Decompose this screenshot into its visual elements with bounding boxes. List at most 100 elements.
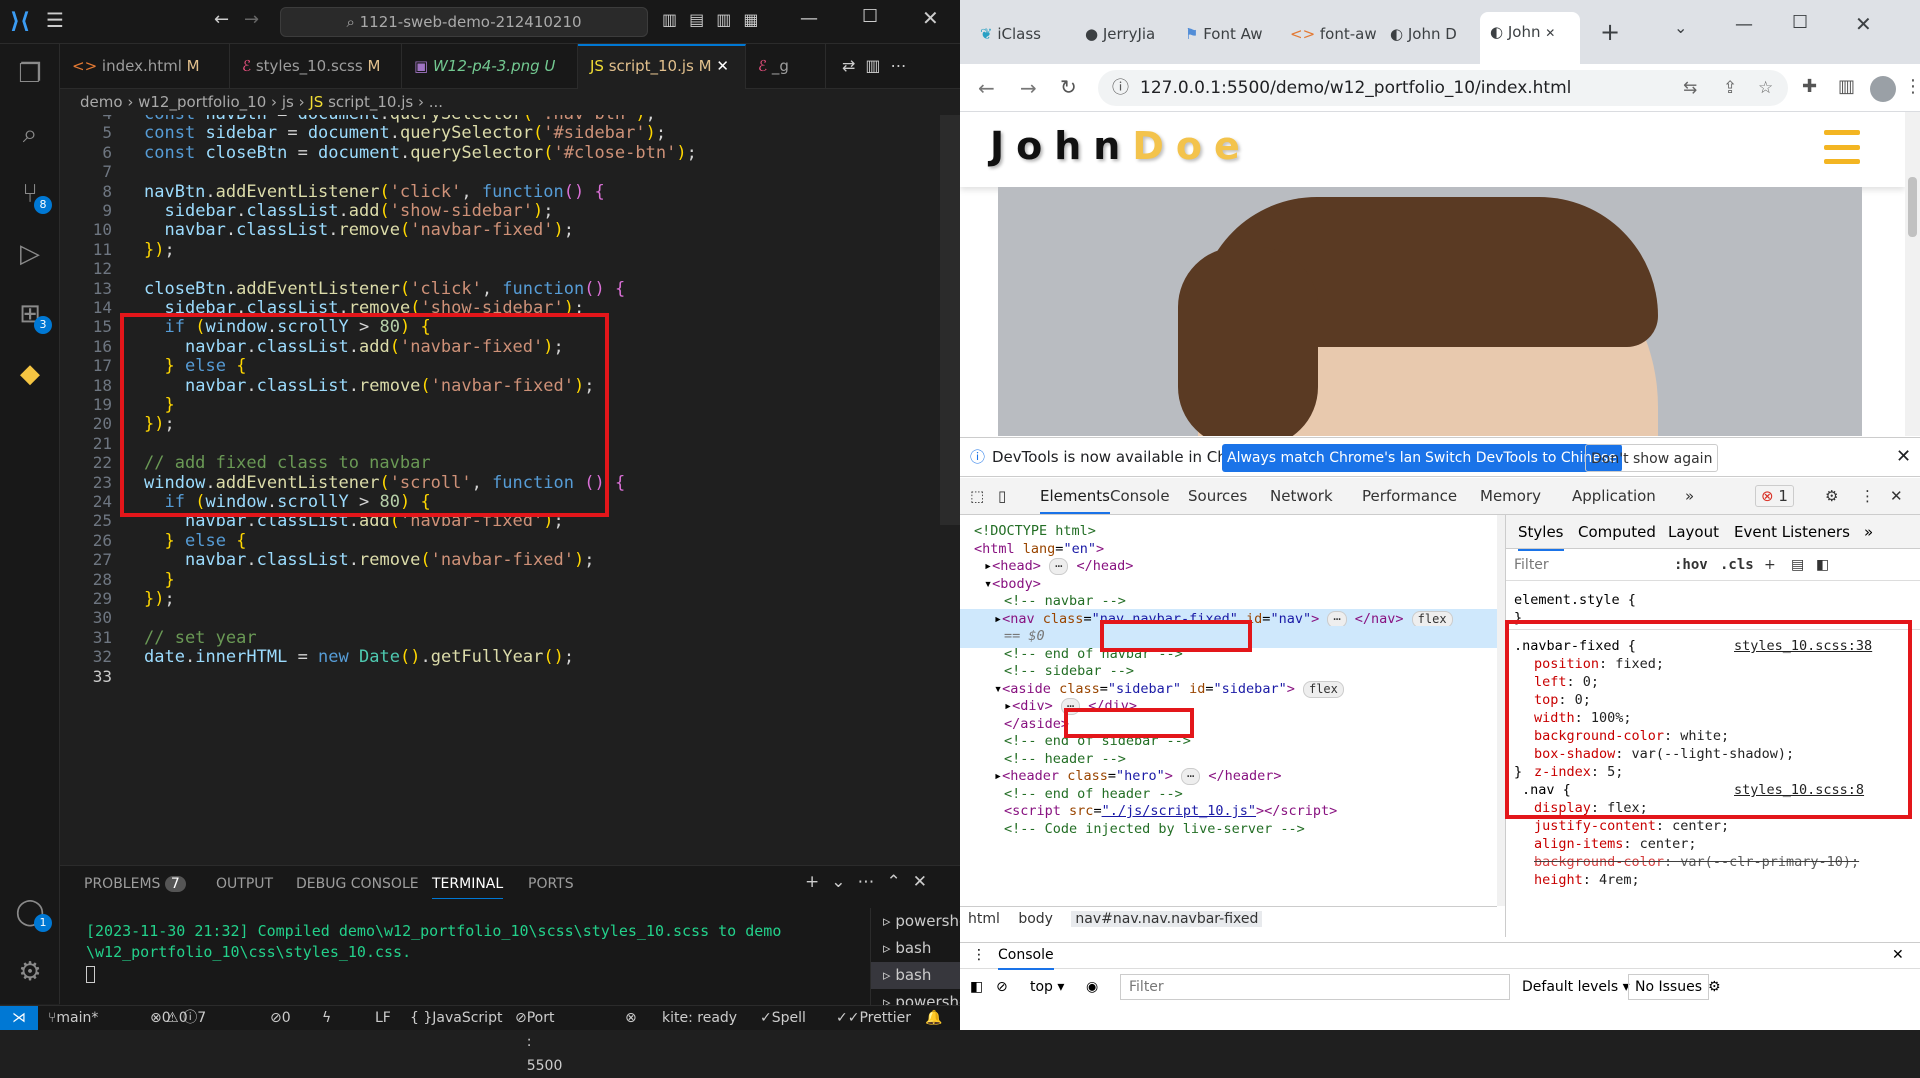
close-tab-icon[interactable]: ✕	[716, 57, 729, 75]
editor-actions[interactable]: ⇄▥⋯	[842, 56, 917, 75]
layout-icons[interactable]: ▥▤▥▦	[662, 10, 770, 29]
close-devtools-icon[interactable]: ✕	[1890, 478, 1903, 514]
cls-toggle[interactable]: .cls	[1720, 549, 1754, 581]
more-tabs-icon[interactable]: »	[1864, 515, 1873, 549]
kite-status[interactable]: kite: ready	[662, 1006, 737, 1030]
code-line[interactable]: sidebar.classList.add('show-sidebar');	[144, 201, 553, 221]
code-line[interactable]: }	[144, 570, 174, 590]
tab-styles-scss[interactable]: ℰ styles_10.scss M	[230, 44, 402, 89]
panel-tab-output[interactable]: OUTPUT	[216, 876, 273, 892]
code-line[interactable]: navbar.classList.remove('navbar-fixed');	[144, 220, 574, 240]
eye-icon[interactable]: ◉	[1086, 969, 1098, 1005]
new-tab-button[interactable]: +	[1600, 18, 1620, 46]
tab-console[interactable]: Console	[1110, 478, 1170, 514]
crumb-js[interactable]: js	[282, 93, 294, 111]
tab-event-listeners[interactable]: Event Listeners	[1734, 515, 1850, 549]
console-settings-icon[interactable]: ⚙	[1708, 969, 1721, 1005]
source-control-icon[interactable]: ⑂ 8	[12, 176, 52, 214]
language-status[interactable]: { } JavaScript	[410, 1006, 502, 1030]
tab-overflow[interactable]: ℰ _g	[746, 44, 826, 89]
inspect-icon[interactable]: ⬚	[970, 478, 984, 514]
forward-arrow-icon[interactable]: →	[1020, 76, 1037, 100]
tab-performance[interactable]: Performance	[1362, 478, 1457, 514]
tab-script-js[interactable]: JS script_10.js M ✕	[578, 44, 746, 89]
page-scrollbar-track[interactable]	[1905, 112, 1920, 436]
browser-tab[interactable]: <> font-aw	[1290, 20, 1394, 48]
devtools-menu-icon[interactable]: ⋮	[1860, 478, 1875, 514]
elements-scrollbar[interactable]	[1497, 515, 1505, 906]
code-line[interactable]: // set year	[144, 628, 257, 648]
new-rule-icon[interactable]: +	[1764, 549, 1776, 581]
styles-filter[interactable]: Filter :hov .cls + ▤ ◧	[1506, 549, 1920, 581]
sidebar-icon[interactable]: ◧	[970, 969, 983, 1005]
settings-gear-icon[interactable]: ⚙	[12, 954, 48, 990]
run-debug-icon[interactable]: ▷	[12, 236, 48, 272]
side-panel-icon[interactable]: ▥	[1838, 76, 1855, 97]
paint-icon[interactable]: ▤	[1791, 549, 1804, 581]
accounts-icon[interactable]: ◯ 1	[12, 894, 52, 932]
tab-layout[interactable]: Layout	[1668, 515, 1719, 549]
eol-status[interactable]: LF	[375, 1006, 391, 1030]
back-arrow-icon[interactable]: ←	[214, 9, 229, 30]
close-window-button[interactable]: ✕	[1855, 12, 1872, 36]
code-line[interactable]: } else {	[144, 531, 246, 551]
tab-computed[interactable]: Computed	[1578, 515, 1656, 549]
close-drawer-icon[interactable]: ✕	[1892, 943, 1904, 968]
forward-arrow-icon[interactable]: →	[244, 9, 259, 30]
close-notice-icon[interactable]: ✕	[1896, 438, 1911, 476]
prettier-status[interactable]: ✓✓ Prettier	[836, 1006, 911, 1030]
close-window-button[interactable]: ✕	[922, 6, 939, 30]
panel-tab-ports[interactable]: PORTS	[528, 876, 574, 892]
search-icon[interactable]: ⌕	[12, 116, 48, 152]
crumb-file[interactable]: script_10.js	[328, 93, 413, 111]
bookmark-star-icon[interactable]: ☆	[1758, 70, 1773, 106]
browser-tab[interactable]: ❦ iClass	[980, 20, 1095, 48]
tab-elements[interactable]: Elements	[1040, 478, 1110, 514]
close-tab-icon[interactable]: ✕	[1545, 26, 1555, 40]
maximize-button[interactable]: ☐	[862, 6, 878, 27]
crumb-more[interactable]: ...	[429, 93, 443, 111]
panel-tab-terminal[interactable]: TERMINAL	[432, 876, 504, 899]
tab-index-html[interactable]: <> index.html M	[60, 44, 230, 89]
context-select[interactable]: top ▾	[1030, 969, 1064, 1005]
python-icon[interactable]: ◆	[12, 356, 48, 392]
branch-status[interactable]: ⑂ main*	[48, 1006, 98, 1030]
code-line[interactable]: });	[144, 240, 175, 260]
dont-show-again-button[interactable]: Don't show again	[1585, 444, 1719, 472]
tab-memory[interactable]: Memory	[1480, 478, 1541, 514]
drawer-menu-icon[interactable]: ⋮	[972, 943, 986, 968]
tab-sources[interactable]: Sources	[1188, 478, 1247, 514]
panel-tab-debug[interactable]: DEBUG CONSOLE	[296, 876, 419, 892]
code-line[interactable]: const closeBtn = document.querySelector(…	[144, 143, 697, 163]
tab-search-icon[interactable]: ⌄	[1674, 18, 1687, 37]
element-style-rule[interactable]: element.style {	[1514, 591, 1636, 609]
hov-toggle[interactable]: :hov	[1674, 549, 1708, 581]
extensions-puzzle-icon[interactable]: ✚	[1802, 76, 1817, 97]
browser-tab[interactable]: ● JerryJia	[1085, 20, 1197, 48]
code-line[interactable]: navBtn.addEventListener('click', functio…	[144, 182, 605, 202]
tab-network[interactable]: Network	[1270, 478, 1333, 514]
no-issues-button[interactable]: No Issues	[1628, 974, 1709, 1000]
explorer-icon[interactable]: ❐	[12, 56, 48, 92]
back-arrow-icon[interactable]: ←	[978, 76, 995, 100]
spell-status[interactable]: ✓ Spell	[760, 1006, 806, 1030]
tab-png[interactable]: ▣ W12-p4-3.png U	[402, 44, 578, 89]
ports-status[interactable]: ⊘ 0	[270, 1006, 291, 1030]
code-line[interactable]: });	[144, 589, 175, 609]
notifications-bell-icon[interactable]: 🔔	[925, 1006, 942, 1030]
crumb-body[interactable]: body	[1018, 911, 1053, 927]
code-line[interactable]: date.innerHTML = new Date().getFullYear(…	[144, 647, 574, 667]
menu-icon[interactable]: ☰	[46, 8, 64, 32]
reload-icon[interactable]: ↻	[1060, 75, 1077, 99]
more-tabs-icon[interactable]: »	[1685, 478, 1694, 514]
crumb-nav[interactable]: nav#nav.nav.navbar-fixed	[1071, 911, 1263, 927]
minimize-button[interactable]: —	[800, 8, 818, 29]
code-line[interactable]: const sidebar = document.querySelector('…	[144, 123, 666, 143]
css-property[interactable]: height: 4rem;	[1534, 871, 1640, 889]
crumb-html[interactable]: html	[968, 911, 1000, 927]
code-line[interactable]: navbar.classList.remove('navbar-fixed');	[144, 550, 595, 570]
browser-tab-active[interactable]: ◐ John ✕	[1480, 12, 1580, 64]
chrome-menu-icon[interactable]: ⋮	[1904, 76, 1920, 97]
log-levels-select[interactable]: Default levels ▾	[1522, 969, 1630, 1005]
editor-scrollbar[interactable]	[940, 115, 960, 525]
